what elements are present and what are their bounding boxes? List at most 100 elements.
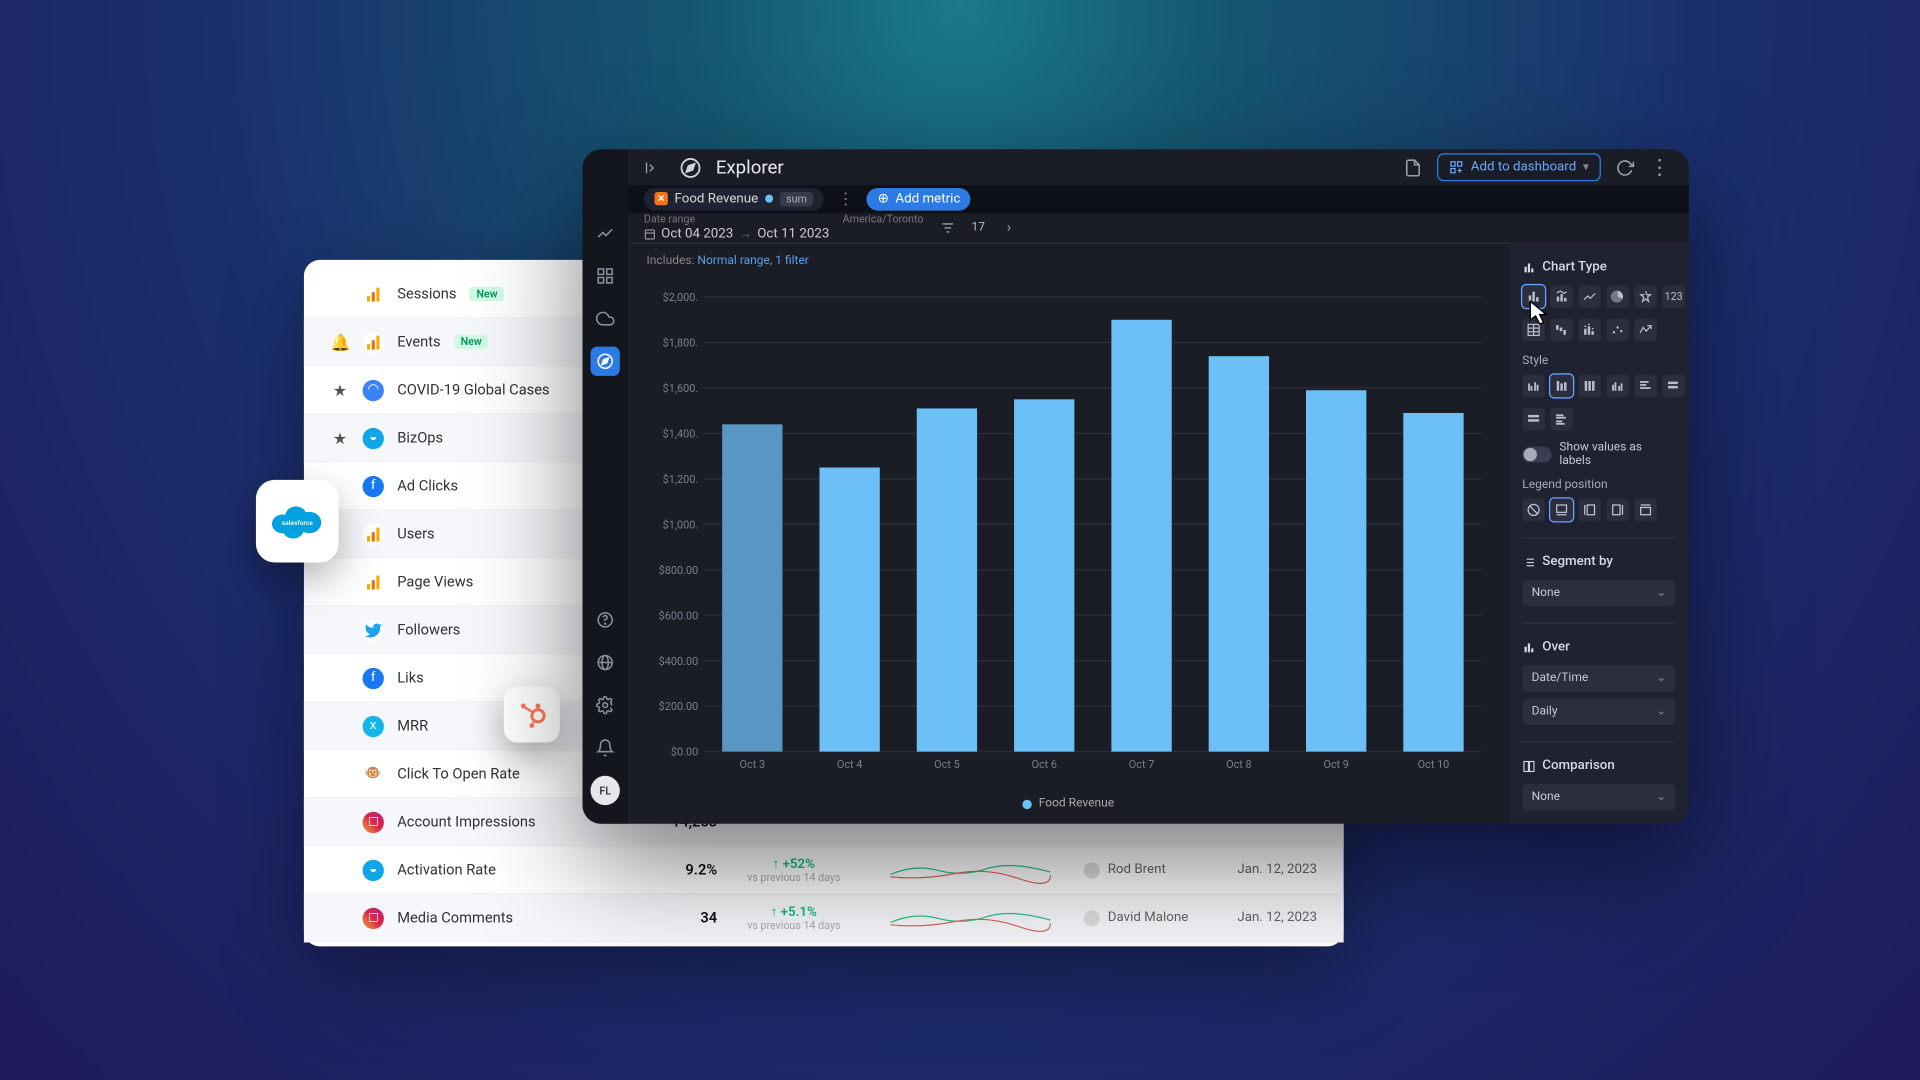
show-values-toggle[interactable]: Show values as labels [1522,441,1675,468]
side-panel: Chart Type 123 [1509,244,1689,824]
svg-text:Oct 6: Oct 6 [1031,758,1057,771]
metric-name: Events [397,333,440,350]
date-range-control[interactable]: Date range Oct 04 2023 → Oct 11 2023 [644,214,829,242]
style-grouped[interactable] [1522,375,1545,398]
style-horizontal-grouped[interactable] [1550,408,1573,431]
add-metric-label: Add metric [895,192,960,207]
chart-type-scatter[interactable] [1606,319,1629,342]
chart-type-area[interactable] [1634,319,1657,342]
rail-explorer-icon[interactable] [591,347,620,376]
metric-date: Jan. 12, 2023 [1224,910,1317,925]
source-icon: ✕ [655,192,668,205]
metric-pill-more-icon[interactable]: ⋮ [835,190,856,209]
legend-pos-bottom[interactable] [1550,499,1573,522]
metric-row[interactable]: ◒Activation Rate9.2%↑ +52%vs previous 14… [304,846,1344,894]
bar-chart: $0.00$200.00$400.00$600.00$800.00$1,000.… [647,276,1491,792]
rail-settings-icon[interactable] [591,690,620,719]
comparison-select[interactable]: None⌄ [1522,784,1675,811]
svg-text:Oct 3: Oct 3 [740,758,766,771]
style-stacked[interactable] [1550,375,1573,398]
legend-pos-left[interactable] [1578,499,1601,522]
chart-type-line[interactable] [1578,285,1601,308]
hubspot-chip [504,686,560,742]
svg-text:Oct 8: Oct 8 [1226,758,1252,771]
style-label: Style [1522,355,1675,368]
legend-pos-top[interactable] [1634,499,1657,522]
svg-text:$200.00: $200.00 [659,700,699,713]
chart-type-number[interactable]: 123 [1662,285,1685,308]
chart-type-waterfall[interactable] [1550,319,1573,342]
style-horizontal-100[interactable] [1522,408,1545,431]
metric-name: Account Impressions [397,813,535,830]
nav-rail: FL [583,149,628,823]
rail-cloud-icon[interactable] [591,304,620,333]
legend-pos-right[interactable] [1606,499,1629,522]
metric-name: COVID-19 Global Cases [397,381,549,398]
more-icon[interactable]: ⋮ [1649,157,1670,178]
chart-type-sparkline[interactable] [1634,285,1657,308]
row-marker-icon: ★ [331,381,350,400]
chart-type-combo[interactable] [1550,285,1573,308]
segment-select[interactable]: None⌄ [1522,580,1675,607]
chart-type-bar[interactable] [1522,285,1545,308]
metric-name: BizOps [397,429,443,446]
metric-delta: ↑ +52%vs previous 14 days [730,856,857,883]
metric-owner: Rod Brent [1084,862,1211,878]
chevron-right-icon[interactable]: › [998,217,1019,238]
metric-name: Click To Open Rate [397,765,520,782]
svg-text:Oct 4: Oct 4 [837,758,863,771]
metric-row[interactable]: ◻Media Comments34↑ +5.1%vs previous 14 d… [304,894,1344,942]
expand-rail-icon[interactable] [641,157,662,178]
show-values-label: Show values as labels [1559,441,1675,468]
rail-dashboards-icon[interactable] [591,261,620,290]
over-select[interactable]: Date/Time⌄ [1522,665,1675,692]
includes-link[interactable]: Normal range, 1 filter [697,255,808,268]
svg-text:Oct 5: Oct 5 [934,758,960,771]
style-horizontal-stacked[interactable] [1662,375,1685,398]
chart-type-funnel[interactable] [1578,319,1601,342]
chart-legend: Food Revenue [647,792,1491,811]
refresh-icon[interactable] [1614,157,1635,178]
titlebar: Explorer Add to dashboard ▾ ⋮ [628,149,1689,185]
rail-notifications-icon[interactable] [591,733,620,762]
plus-icon: ⊕ [878,192,889,207]
aggregation-badge: sum [780,192,814,207]
add-metric-button[interactable]: ⊕ Add metric [867,188,971,211]
style-horizontal[interactable] [1634,375,1657,398]
legend-dot-icon [1023,799,1032,808]
row-marker-icon: ★ [331,429,350,448]
timezone-label: America/Toronto [843,214,924,226]
chart-type-pie[interactable] [1606,285,1629,308]
comparison-icon [1522,759,1535,772]
salesforce-chip: salesforce [256,480,339,563]
user-avatar[interactable]: FL [591,776,620,805]
filter-icon[interactable] [937,217,958,238]
add-to-dashboard-button[interactable]: Add to dashboard ▾ [1437,153,1600,181]
rail-help-icon[interactable] [591,605,620,634]
metrics-bar: ✕ Food Revenue sum ⋮ ⊕ Add metric [628,186,1689,213]
metric-name: Users [397,525,434,542]
svg-text:$0.00: $0.00 [671,746,698,759]
metric-name: Page Views [397,573,473,590]
sparkline [870,902,1070,934]
date-to: Oct 11 2023 [757,227,829,242]
segment-icon [1522,555,1535,568]
comparison-heading: Comparison [1522,758,1675,773]
chevron-down-icon: ▾ [1583,161,1589,174]
rail-trends-icon[interactable] [591,219,620,248]
svg-text:$800.00: $800.00 [659,564,699,577]
rail-globe-icon[interactable] [591,648,620,677]
timezone-control[interactable]: America/Toronto [843,214,924,242]
chart-type-table[interactable] [1522,319,1545,342]
legend-position-label: Legend position [1522,479,1675,492]
grain-select[interactable]: Daily⌄ [1522,698,1675,725]
document-icon[interactable] [1403,157,1424,178]
legend-pos-none[interactable] [1522,499,1545,522]
filter-count: 17 [971,221,984,234]
svg-text:$1,600.: $1,600. [663,382,699,395]
metric-pill[interactable]: ✕ Food Revenue sum [644,188,824,211]
row-marker-icon: 🔔 [331,333,350,352]
new-badge: New [454,335,488,350]
style-grouped-alt[interactable] [1606,375,1629,398]
style-100pct[interactable] [1578,375,1601,398]
